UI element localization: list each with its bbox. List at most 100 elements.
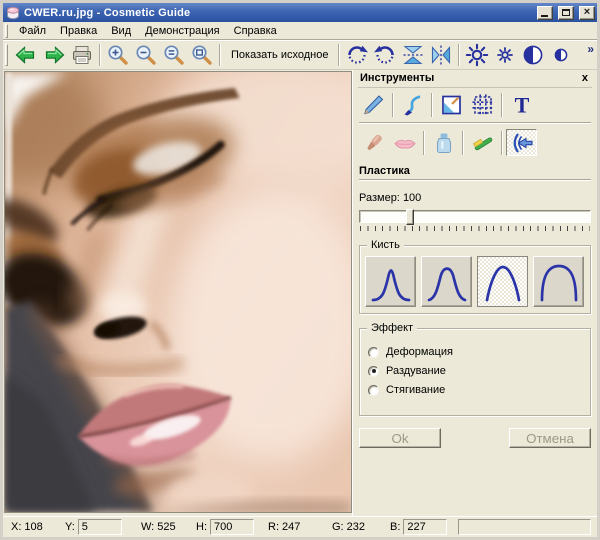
brush-group-title: Кисть — [367, 239, 404, 251]
contrast-small-button[interactable] — [547, 42, 575, 68]
radio-icon[interactable] — [368, 385, 379, 396]
forward-button[interactable] — [40, 42, 68, 68]
panel-buttons: Ok Отмена — [359, 428, 591, 448]
brush-curve-dome-button[interactable] — [533, 256, 584, 307]
menu-demonstration[interactable]: Демонстрация — [138, 23, 227, 39]
rotate-ccw-button[interactable] — [371, 42, 399, 68]
zoom-fit-button[interactable] — [188, 42, 216, 68]
image-canvas-area — [3, 70, 352, 516]
resize-tool-icon — [439, 93, 465, 117]
tools-panel-title: Инструменты — [360, 72, 434, 84]
size-slider-thumb[interactable] — [406, 209, 414, 225]
status-g-value: 232 — [347, 521, 365, 533]
menu-grip[interactable] — [5, 24, 8, 38]
toothbrush-tool-icon — [470, 131, 496, 155]
effect-option-inflate[interactable]: Раздувание — [368, 365, 582, 377]
status-y-box: 5 — [78, 519, 122, 535]
minimize-button[interactable] — [537, 6, 553, 20]
panel-close-button[interactable]: x — [579, 72, 591, 84]
status-message-box — [458, 519, 591, 535]
pen-tool-icon — [361, 93, 387, 117]
status-y: Y: 5 — [65, 519, 131, 535]
tool-separator — [501, 93, 503, 117]
radio-icon-checked[interactable] — [368, 366, 379, 377]
text-tool-icon: T — [509, 93, 535, 117]
maximize-button[interactable] — [558, 6, 574, 20]
print-button[interactable] — [68, 42, 96, 68]
brush-curve-medium-button[interactable] — [421, 256, 472, 307]
rotate-cw-button[interactable] — [343, 42, 371, 68]
toolbar: Показать исходное — [3, 40, 597, 70]
status-y-label: Y: — [65, 521, 75, 533]
tool-separator — [462, 131, 464, 155]
status-h-value: 700 — [214, 521, 232, 533]
menu-edit[interactable]: Правка — [53, 23, 104, 39]
effect-option-label: Раздувание — [386, 365, 446, 377]
brush-curve-wide-button[interactable] — [477, 256, 528, 307]
zoom-out-button[interactable] — [132, 42, 160, 68]
brush-tool-button[interactable] — [397, 91, 428, 118]
brush-tool-icon — [400, 93, 426, 117]
resize-tool-button[interactable] — [436, 91, 467, 118]
powder-tool-button[interactable] — [428, 129, 459, 156]
selection-tool-button[interactable] — [467, 91, 498, 118]
main-area: Инструменты x — [3, 70, 597, 516]
text-tool-button[interactable]: T — [506, 91, 537, 118]
rotate-ccw-icon — [373, 43, 397, 67]
show-original-button[interactable]: Показать исходное — [224, 43, 335, 67]
zoom-actual-button[interactable] — [160, 42, 188, 68]
tools-panel: Инструменты x — [352, 70, 597, 516]
brush-curve-narrow-button[interactable] — [365, 256, 416, 307]
ok-button[interactable]: Ok — [359, 428, 441, 448]
toolbar-grip[interactable] — [5, 44, 8, 66]
contrast-small-icon — [549, 43, 573, 67]
status-h-box: 700 — [210, 519, 254, 535]
liquify-tool-icon — [509, 131, 535, 155]
effect-option-pucker[interactable]: Стягивание — [368, 384, 582, 396]
toolbar-separator — [338, 44, 340, 66]
back-button[interactable] — [12, 42, 40, 68]
contrast-large-button[interactable] — [519, 42, 547, 68]
brightness-large-button[interactable] — [463, 42, 491, 68]
maximize-icon — [562, 9, 570, 16]
radio-icon[interactable] — [368, 347, 379, 358]
menu-view[interactable]: Вид — [104, 23, 138, 39]
portrait-photo[interactable] — [4, 71, 352, 513]
title-bar[interactable]: CWER.ru.jpg - Cosmetic Guide × — [3, 3, 597, 22]
zoom-fit-icon — [190, 43, 214, 67]
concealer-tool-button[interactable] — [358, 129, 389, 156]
status-r-value: 247 — [282, 521, 300, 533]
rotate-cw-icon — [345, 43, 369, 67]
brightness-small-button[interactable] — [491, 42, 519, 68]
menu-help[interactable]: Справка — [227, 23, 284, 39]
toolbar-overflow-chevron[interactable]: » — [587, 41, 594, 56]
flip-horizontal-button[interactable] — [427, 42, 455, 68]
pen-tool-button[interactable] — [358, 91, 389, 118]
effect-group-title: Эффект — [367, 322, 417, 334]
concealer-tool-icon — [361, 131, 387, 155]
status-g-label: G: — [332, 521, 344, 533]
zoom-in-button[interactable] — [104, 42, 132, 68]
tool-rows-divider — [359, 122, 591, 124]
powder-tool-icon — [431, 131, 457, 155]
toothbrush-tool-button[interactable] — [467, 129, 498, 156]
close-button[interactable]: × — [579, 6, 595, 20]
forward-icon — [42, 43, 66, 67]
status-y-value: 5 — [82, 521, 88, 533]
cancel-button[interactable]: Отмена — [509, 428, 591, 448]
size-label: Размер: — [359, 192, 400, 204]
cosmetic-jar-icon — [6, 6, 20, 20]
contrast-large-icon — [521, 43, 545, 67]
size-slider[interactable] — [359, 210, 591, 223]
size-value: 100 — [403, 192, 421, 204]
status-g: G: 232 — [332, 521, 390, 533]
close-icon: × — [584, 7, 590, 18]
flip-horizontal-icon — [429, 43, 453, 67]
liquify-tool-button[interactable] — [506, 129, 537, 156]
effect-option-label: Деформация — [386, 346, 453, 358]
effect-option-deformation[interactable]: Деформация — [368, 346, 582, 358]
lips-tool-button[interactable] — [389, 129, 420, 156]
app-window: CWER.ru.jpg - Cosmetic Guide × Файл Прав… — [0, 0, 600, 540]
flip-vertical-button[interactable] — [399, 42, 427, 68]
menu-file[interactable]: Файл — [12, 23, 53, 39]
